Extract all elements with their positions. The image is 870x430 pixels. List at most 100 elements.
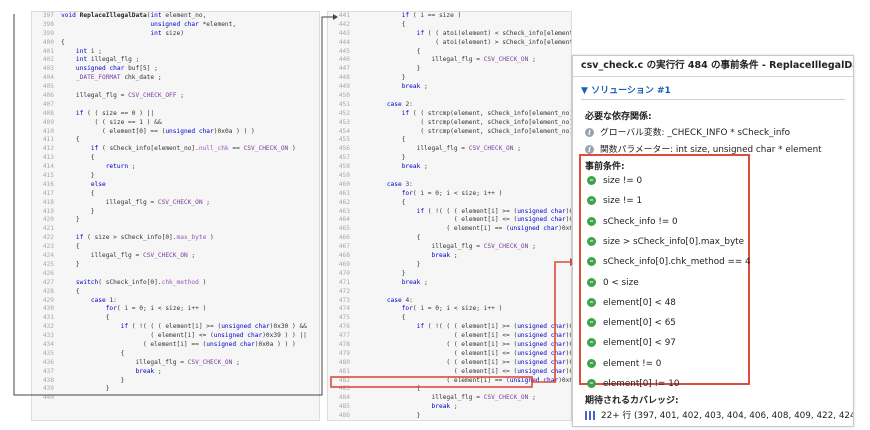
solution-label: ソリューション #1 [591, 86, 671, 96]
code-view-right[interactable]: 441 if ( i == size ) 442 {443 if ( ( atoi… [327, 11, 572, 421]
precondition-text: element[0] != 10 [603, 379, 680, 389]
line-number: 478 [338, 340, 350, 348]
code-line-451: 451 case 2: [328, 101, 571, 110]
coverage-header: 期待されるカバレッジ: [585, 396, 679, 406]
code-text: break ; [401, 83, 428, 91]
info-icon: i [585, 128, 594, 137]
line-number: 416 [42, 180, 54, 188]
code-text: else [90, 180, 106, 188]
code-text: { [61, 136, 80, 144]
code-line-435: 435 { [32, 350, 319, 359]
code-text: { [357, 385, 421, 393]
code-line-437: 437 break ; [32, 368, 319, 377]
code-line-468: 468 break ; [328, 252, 571, 261]
code-line-411: 411 { [32, 136, 319, 145]
code-line-454: 454 ( strcmp(element, sCheck_info[elemen… [328, 128, 571, 137]
collapse-triangle-icon[interactable]: ▼ [581, 86, 588, 96]
code-text: ( strcmp(element, sCheck_info[element_no… [357, 127, 572, 135]
code-text: ( element[i] <= (unsigned char)0x3 [357, 216, 571, 224]
line-number: 454 [338, 127, 350, 135]
line-number: 464 [338, 216, 350, 224]
precondition-text: element[0] < 65 [603, 318, 676, 329]
code-text: { [61, 38, 65, 46]
code-line-418: 418 illegal_flg = CSV_CHECK_ON ; [32, 199, 319, 208]
line-number: 433 [42, 332, 54, 340]
line-number: 457 [338, 154, 350, 162]
code-line-472: 472 [328, 288, 571, 297]
code-line-448: 448 } [328, 74, 571, 83]
code-text: case 1: [90, 296, 117, 304]
code-view-left[interactable]: 397 void ReplaceIllegalData(int element_n… [31, 11, 320, 421]
code-text: break ; [135, 367, 162, 375]
code-line-465: 465 ( element[i] == (unsigned char)0x0a [328, 225, 571, 234]
code-line-446: 446 illegal_flg = CSV_CHECK_ON ; [328, 56, 571, 65]
line-number: 443 [338, 29, 350, 37]
code-line-399: 399 int size) [32, 30, 319, 39]
line-number: 483 [338, 385, 350, 393]
code-text: { [357, 314, 406, 322]
code-text: } [61, 172, 95, 180]
code-text: illegal_flg = CSV_CHECK_ON ; [357, 145, 521, 153]
code-line-481: 481 ( element[i] <= (unsigned char)0x7 [328, 368, 571, 377]
code-line-403: 403 unsigned char buf[5] ; [32, 65, 319, 74]
code-line-412: 412 if ( sCheck_info[element_no].null_ch… [32, 145, 319, 154]
precondition-item: – size != 1 [587, 196, 642, 206]
line-number: 451 [338, 100, 350, 108]
line-number: 471 [338, 278, 350, 286]
line-number: 470 [338, 269, 350, 277]
code-line-485: 485 break ; [328, 403, 571, 412]
line-number: 438 [42, 376, 54, 384]
precondition-popup: csv_check.c の実行行 484 の事前条件 - ReplaceIlle… [572, 55, 854, 427]
code-text: if ( ( size == 0 ) || [75, 109, 155, 117]
line-number: 458 [338, 163, 350, 171]
code-line-414: 414 return ; [32, 163, 319, 172]
code-line-475: 475 { [328, 314, 571, 323]
code-text: } [357, 154, 406, 162]
minus-circle-icon: – [587, 318, 596, 328]
minus-circle-icon: – [587, 297, 596, 307]
line-number: 401 [42, 47, 54, 55]
line-number: 430 [42, 305, 54, 313]
line-number: 431 [42, 314, 54, 322]
line-number: 423 [42, 243, 54, 251]
code-text: { [61, 287, 80, 295]
code-line-406: 406 illegal_flg = CSV_CHECK_OFF ; [32, 92, 319, 101]
line-number: 450 [338, 92, 350, 100]
code-line-484: 484 illegal_flg = CSV_CHECK_ON ; [328, 394, 571, 403]
code-text: ( element[i] == (unsigned char)0x0a [357, 376, 571, 384]
line-number: 420 [42, 216, 54, 224]
solution-toggle[interactable]: ▼ ソリューション #1 [581, 83, 671, 96]
info-icon: i [585, 145, 594, 154]
code-line-476: 476 if ( !( ( ( element[i] >= (unsigned … [328, 323, 571, 332]
code-line-397: 397 void ReplaceIllegalData(int element_n… [32, 12, 319, 21]
precondition-text: size != 0 [603, 176, 643, 186]
code-text: } [357, 260, 421, 268]
line-number: 474 [338, 305, 350, 313]
precondition-item: – size > sCheck_info[0].max_byte [587, 236, 744, 247]
code-text: { [357, 234, 421, 242]
code-line-398: 398 unsigned char *element, [32, 21, 319, 30]
minus-circle-icon: – [587, 338, 596, 348]
line-number: 408 [42, 109, 54, 117]
line-number: 456 [338, 145, 350, 153]
code-text: ( element[i] == (unsigned char)0x0a ) ) … [61, 340, 296, 348]
line-number: 472 [338, 287, 350, 295]
code-line-474: 474 for( i = 0; i < size; i++ ) [328, 305, 571, 314]
code-line-464: 464 ( element[i] <= (unsigned char)0x3 [328, 216, 571, 225]
code-line-434: 434 ( element[i] == (unsigned char)0x0a … [32, 341, 319, 350]
code-line-424: 424 illegal_flg = CSV_CHECK_ON ; [32, 252, 319, 261]
code-text: break ; [431, 403, 458, 411]
code-text: illegal_flg = CSV_CHECK_ON ; [61, 252, 196, 260]
code-line-433: 433 ( element[i] <= (unsigned char)0x39 … [32, 332, 319, 341]
code-text: { [61, 154, 95, 162]
code-text: illegal_flg = CSV_CHECK_ON ; [357, 56, 536, 64]
code-text: case 3: [386, 180, 413, 188]
line-number: 437 [42, 367, 54, 375]
code-line-445: 445 { [328, 48, 571, 57]
line-number: 479 [338, 349, 350, 357]
code-line-427: 427 switch( sCheck_info[0].chk_method ) [32, 279, 319, 288]
code-line-444: 444 ( atoi(element) > sCheck_info[elemen… [328, 39, 571, 48]
code-line-450: 450 [328, 92, 571, 101]
code-text: illegal_flg = CSV_CHECK_ON ; [357, 394, 536, 402]
code-line-479: 479 ( element[i] <= (unsigned char)0x5 [328, 350, 571, 359]
